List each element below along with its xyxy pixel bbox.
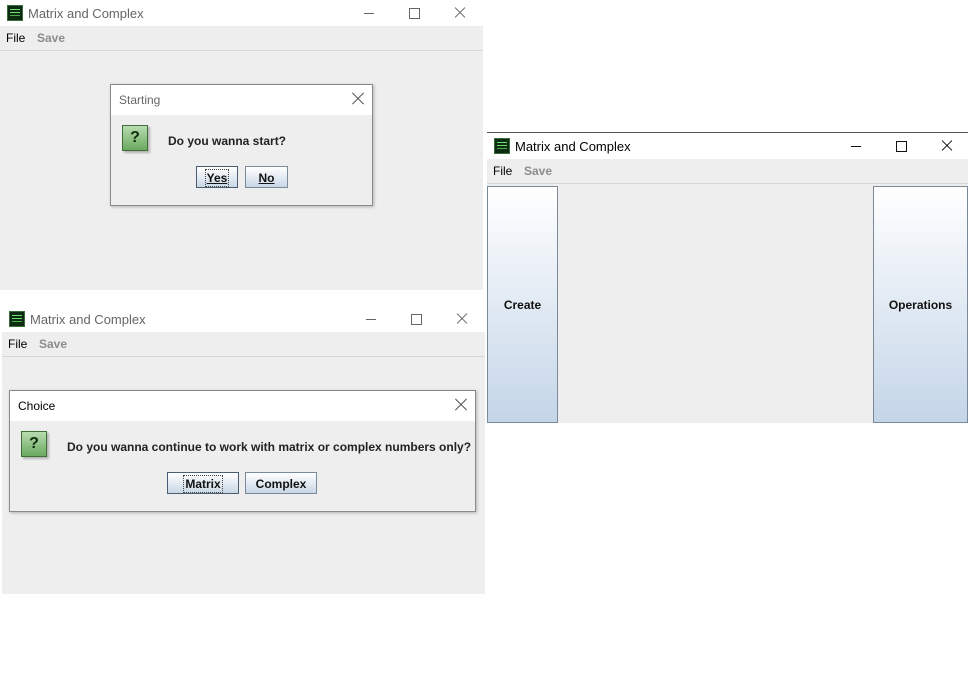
menu-file[interactable]: File — [6, 31, 25, 45]
window-starting: Matrix and Complex File Save Starting ? … — [0, 0, 483, 290]
maximize-icon[interactable] — [391, 0, 437, 26]
create-button[interactable]: Create — [487, 186, 558, 423]
menu-save[interactable]: Save — [524, 164, 552, 178]
dialog-title: Choice — [18, 399, 56, 413]
dialog-title: Starting — [119, 93, 161, 107]
window-title: Matrix and Complex — [515, 139, 631, 154]
no-button[interactable]: No — [245, 166, 288, 188]
menu-save[interactable]: Save — [39, 337, 67, 351]
menu-bar: File Save — [0, 26, 483, 51]
operations-button-label: Operations — [888, 297, 953, 312]
matrix-button[interactable]: Matrix — [167, 472, 239, 494]
create-button-label: Create — [503, 297, 542, 312]
maximize-icon[interactable] — [878, 133, 924, 159]
yes-button-label: Yes — [204, 169, 230, 187]
menu-bar: File Save — [487, 159, 968, 184]
starting-dialog: Starting ? Do you wanna start? Yes No — [110, 84, 373, 206]
close-icon[interactable] — [350, 91, 366, 107]
close-icon[interactable] — [439, 306, 485, 332]
title-bar[interactable]: Matrix and Complex — [0, 0, 483, 26]
question-icon: ? — [21, 431, 47, 457]
title-bar[interactable]: Matrix and Complex — [2, 306, 485, 332]
dialog-title-bar[interactable]: Choice — [10, 391, 475, 421]
window-title: Matrix and Complex — [30, 312, 146, 327]
yes-button[interactable]: Yes — [196, 166, 238, 188]
operations-button[interactable]: Operations — [873, 186, 968, 423]
matrix-button-label: Matrix — [183, 475, 223, 493]
close-icon[interactable] — [437, 0, 483, 26]
complex-button[interactable]: Complex — [245, 472, 317, 494]
app-icon — [494, 138, 510, 154]
close-icon[interactable] — [453, 397, 469, 413]
no-button-label: No — [258, 171, 275, 185]
menu-save[interactable]: Save — [37, 31, 65, 45]
title-bar[interactable]: Matrix and Complex — [487, 133, 968, 159]
app-icon — [9, 311, 25, 327]
minimize-icon[interactable] — [833, 133, 879, 159]
maximize-icon[interactable] — [393, 306, 439, 332]
question-icon: ? — [122, 125, 148, 151]
complex-button-label: Complex — [255, 477, 307, 491]
menu-bar: File Save — [2, 332, 485, 357]
minimize-icon[interactable] — [348, 306, 394, 332]
minimize-icon[interactable] — [346, 0, 392, 26]
window-main: Matrix and Complex File Save Create Oper… — [487, 132, 968, 423]
dialog-message: Do you wanna continue to work with matri… — [67, 440, 472, 454]
choice-dialog: Choice ? Do you wanna continue to work w… — [9, 390, 476, 512]
app-icon — [7, 5, 23, 21]
dialog-title-bar[interactable]: Starting — [111, 85, 372, 115]
menu-file[interactable]: File — [493, 164, 512, 178]
dialog-message: Do you wanna start? — [168, 134, 287, 148]
menu-file[interactable]: File — [8, 337, 27, 351]
window-title: Matrix and Complex — [28, 6, 144, 21]
close-icon[interactable] — [924, 133, 968, 159]
